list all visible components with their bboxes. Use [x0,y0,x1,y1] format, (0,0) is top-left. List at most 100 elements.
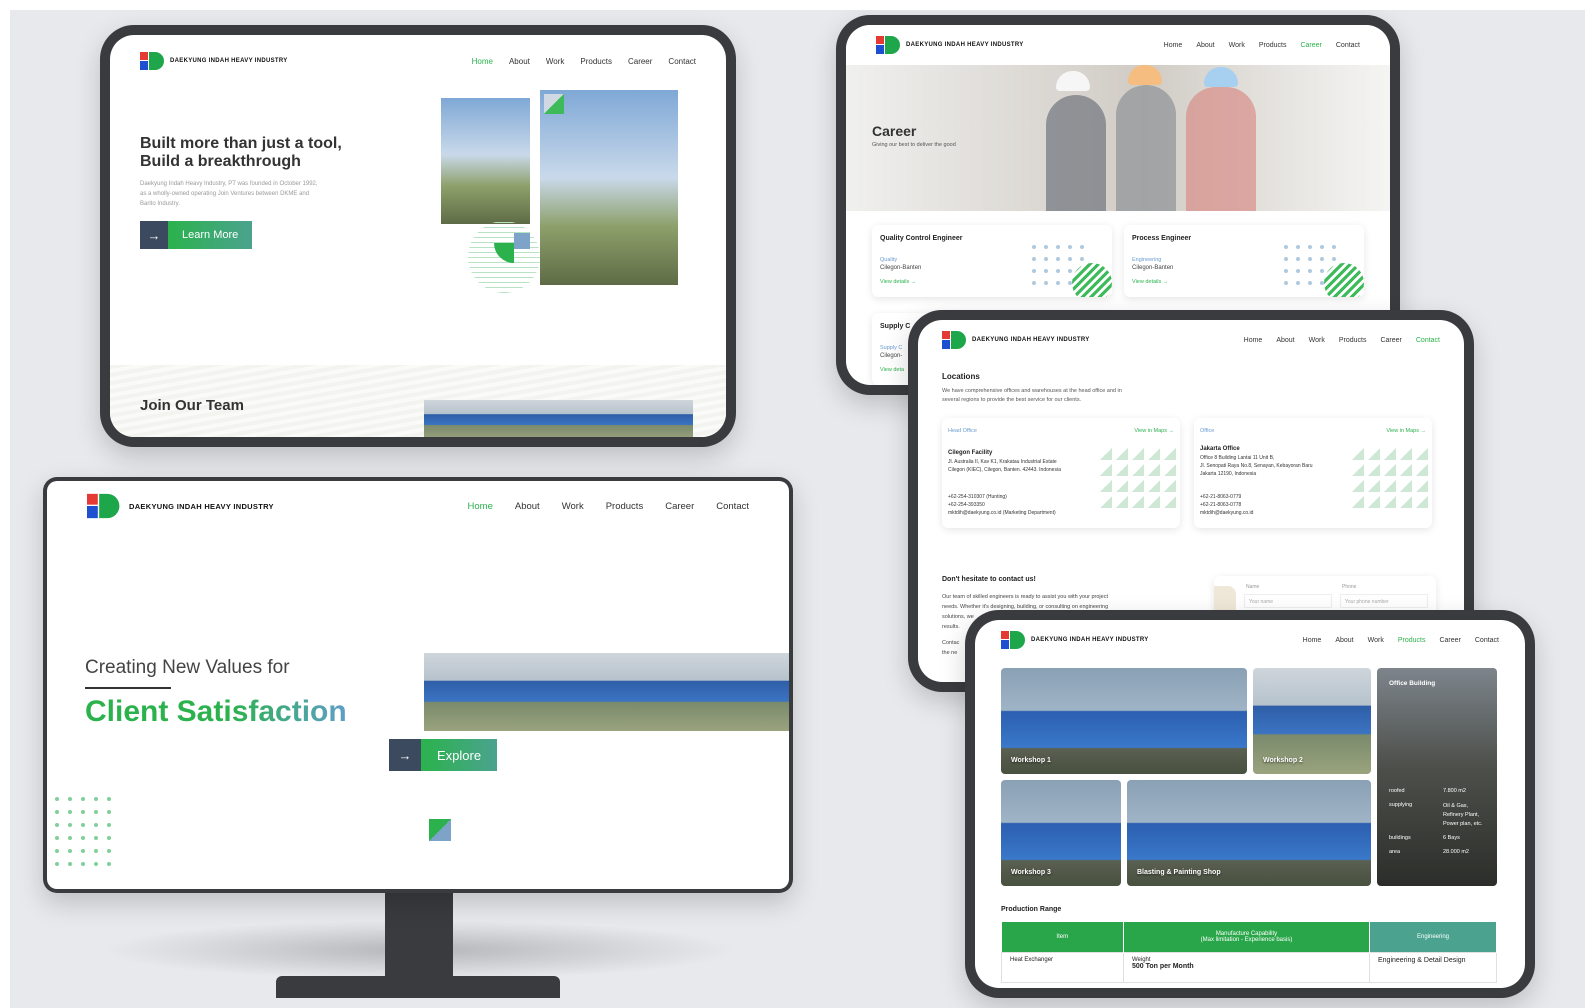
brand[interactable]: DAEKYUNG INDAH HEAVY INDUSTRY [140,52,288,70]
nav-career[interactable]: Career [1380,337,1401,344]
production-range-title: Production Range [1001,906,1062,913]
view-details-link[interactable]: View details → [880,279,916,285]
client-satisfaction-heading: Client Satisfaction [85,695,347,728]
nav-about[interactable]: About [515,501,540,512]
spec-key: roofed [1389,788,1405,794]
hero-body: Daekyung Indah Heavy Industry, PT was fo… [140,181,318,207]
view-details-link[interactable]: View details → [1132,279,1168,285]
navbar: DAEKYUNG INDAH HEAVY INDUSTRY Home About… [918,320,1464,360]
brand-name: DAEKYUNG INDAH HEAVY INDUSTRY [972,337,1090,343]
square-icon [514,233,530,249]
nav-career[interactable]: Career [665,501,694,512]
nav-work[interactable]: Work [1309,337,1325,344]
nav-about[interactable]: About [1276,337,1294,344]
nav-products[interactable]: Products [1398,637,1426,644]
nav-contact[interactable]: Contact [668,57,696,66]
nav-career[interactable]: Career [628,57,652,66]
workshop-tile[interactable]: Workshop 1 [1001,668,1247,774]
nav-menu: Home About Work Products Career Contact [1303,637,1499,644]
brand[interactable]: DAEKYUNG INDAH HEAVY INDUSTRY [1001,631,1149,649]
join-team-image [424,400,693,437]
phone-input[interactable]: Your phone number [1340,594,1428,608]
nav-home[interactable]: Home [1244,337,1263,344]
jakarta-office-card: Office View in Maps → Jakarta Office Off… [1194,418,1432,528]
job-card[interactable]: Quality Control Engineer Quality Cilegon… [872,225,1112,297]
job-department: Supply C [880,345,903,351]
nav-contact[interactable]: Contact [1416,337,1440,344]
cell-item: Heat Exchanger [1001,951,1124,983]
workshop-tile[interactable]: Blasting & Painting Shop [1127,780,1371,886]
nav-about[interactable]: About [1335,637,1353,644]
view-in-maps-link[interactable]: View in Maps → [1386,428,1426,434]
nav-contact[interactable]: Contact [1336,42,1360,49]
workshop-tile[interactable]: Workshop 2 [1253,668,1371,774]
navbar: DAEKYUNG INDAH HEAVY INDUSTRY Home About… [846,25,1390,65]
triangle-pattern [1352,448,1428,508]
logo-icon [1001,631,1025,649]
nav-home[interactable]: Home [472,57,493,66]
career-title: Career [872,123,917,139]
office-phone-1: +62-254-310307 (Hunting) [948,494,1007,500]
office-phone-1: +62-21-8063-0779 [1200,494,1242,500]
table-header-row: Item Manufacture Capability (Max limitat… [1001,922,1497,952]
nav-products[interactable]: Products [580,57,612,66]
logo-icon [87,493,120,519]
phone-label: Phone [1342,584,1357,590]
header-item: Item [1001,922,1124,952]
nav-contact[interactable]: Contact [716,501,749,512]
tablet-home-screen: DAEKYUNG INDAH HEAVY INDUSTRY Home About… [110,35,726,437]
nav-menu: Home About Work Products Career Contact [1164,42,1360,49]
nav-products[interactable]: Products [606,501,644,512]
cell-engineering: Engineering & Detail Design [1369,951,1497,983]
triangle-icon [544,94,564,114]
office-tag: Office [1200,428,1215,434]
heading-underline [85,687,171,689]
nav-career[interactable]: Career [1300,42,1321,49]
office-address-1: Jl. Australia II, Kav K1, Krakatau Indus… [948,459,1057,465]
view-details-link[interactable]: View deta [880,367,904,373]
hero-image-gate [540,90,678,285]
brand[interactable]: DAEKYUNG INDAH HEAVY INDUSTRY [942,331,1090,349]
spec-value: 7.800 m2 [1443,788,1466,794]
office-name: Cilegon Facility [948,450,993,456]
nav-products[interactable]: Products [1339,337,1367,344]
office-panel-title: Office Building [1389,680,1436,687]
creating-heading: Creating New Values for [85,657,290,678]
nav-about[interactable]: About [1196,42,1214,49]
nav-work[interactable]: Work [546,57,565,66]
nav-about[interactable]: About [509,57,530,66]
job-title: Process Engineer [1132,235,1192,242]
job-card[interactable]: Process Engineer Engineering Cilegon-Ban… [1124,225,1364,297]
nav-home[interactable]: Home [468,501,493,512]
nav-products[interactable]: Products [1259,42,1287,49]
view-in-maps-link[interactable]: View in Maps → [1134,428,1174,434]
nav-contact[interactable]: Contact [1475,637,1499,644]
job-location: Cilegon- [880,353,903,359]
locations-desc-1: We have comprehensive offices and wareho… [942,388,1122,394]
explore-button[interactable]: → Explore [389,739,498,771]
nav-home[interactable]: Home [1303,637,1322,644]
brand[interactable]: DAEKYUNG INDAH HEAVY INDUSTRY [87,493,274,519]
workshop-tile[interactable]: Workshop 3 [1001,780,1121,886]
monitor-screen: DAEKYUNG INDAH HEAVY INDUSTRY Home About… [47,481,789,889]
nav-home[interactable]: Home [1164,42,1183,49]
nav-menu: Home About Work Products Career Contact [468,501,749,512]
learn-more-button[interactable]: → Learn More [140,221,253,249]
nav-menu: Home About Work Products Career Contact [1244,337,1440,344]
cell-capability: Weight 500 Ton per Month [1123,951,1370,983]
nav-career[interactable]: Career [1439,637,1460,644]
office-building-panel[interactable]: Office Building roofed 7.800 m2 supplying… [1377,668,1497,886]
navbar: DAEKYUNG INDAH HEAVY INDUSTRY Home About… [110,41,726,81]
tile-label: Workshop 1 [1011,757,1051,764]
cta-line: Our team of skilled engineers is ready t… [942,594,1108,600]
job-location: Cilegon-Banten [880,265,922,271]
job-title: Supply C [880,323,911,330]
nav-work[interactable]: Work [562,501,584,512]
monitor-stand-base [276,976,560,998]
career-hero-image: Career Giving our best to deliver the go… [846,65,1390,211]
nav-work[interactable]: Work [1368,637,1384,644]
nav-work[interactable]: Work [1229,42,1245,49]
brand[interactable]: DAEKYUNG INDAH HEAVY INDUSTRY [876,36,1024,54]
monitor-stand-neck [385,890,453,990]
name-input[interactable]: Your name [1244,594,1332,608]
